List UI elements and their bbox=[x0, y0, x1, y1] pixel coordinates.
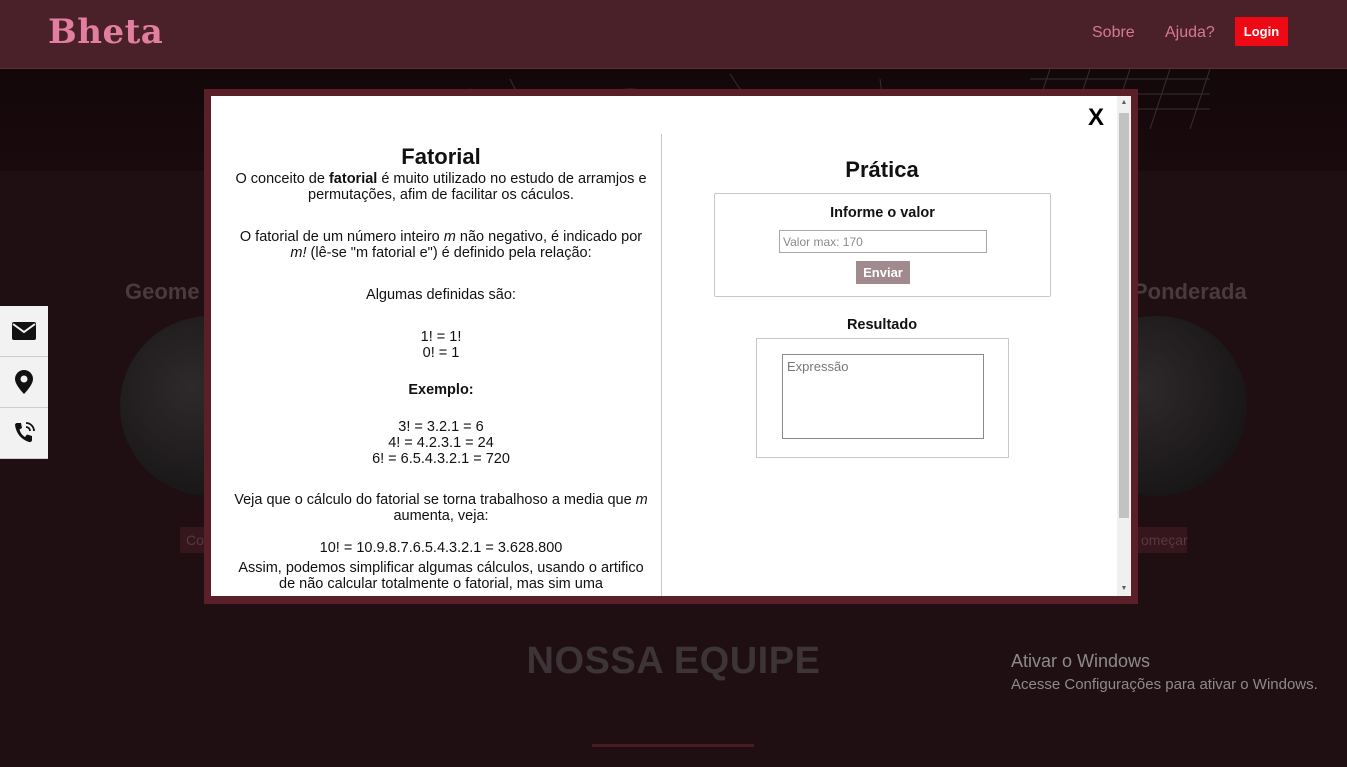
team-divider bbox=[592, 744, 754, 747]
theory-title: Fatorial bbox=[401, 144, 481, 169]
contact-location-button[interactable] bbox=[0, 357, 48, 408]
contact-email-button[interactable] bbox=[0, 306, 48, 357]
close-button[interactable]: X bbox=[1088, 104, 1104, 132]
result-container bbox=[756, 338, 1009, 458]
scroll-up-arrow-icon[interactable]: ▲ bbox=[1117, 96, 1131, 110]
scroll-down-arrow-icon[interactable]: ▼ bbox=[1117, 582, 1131, 596]
theory-definition: O fatorial de um número inteiro m não ne… bbox=[239, 229, 643, 261]
example-line-3: 6! = 6.5.4.3.2.1 = 720 bbox=[372, 451, 510, 467]
card-title-right: Ponderada bbox=[1133, 279, 1247, 304]
card-button-right[interactable]: omeçar bbox=[1135, 527, 1188, 553]
result-label: Resultado bbox=[846, 317, 918, 333]
fatorial-modal: X Fatorial O conceito de fatorial é muit… bbox=[204, 89, 1138, 604]
login-button[interactable]: Login bbox=[1235, 17, 1288, 46]
modal-scrollbar[interactable]: ▲ ▼ bbox=[1117, 96, 1131, 596]
value-input[interactable] bbox=[779, 230, 987, 253]
example-line-2: 4! = 4.2.3.1 = 24 bbox=[388, 435, 494, 451]
windows-activation-title: Ativar o Windows bbox=[1011, 651, 1151, 671]
navbar: Bheta Sobre Ajuda? Login bbox=[0, 0, 1347, 69]
windows-activation-subtitle: Acesse Configurações para ativar o Windo… bbox=[1011, 676, 1318, 693]
nav-link-ajuda[interactable]: Ajuda? bbox=[1165, 24, 1215, 42]
value-label: Informe o valor bbox=[830, 205, 935, 221]
card-title-left: Geome bbox=[125, 279, 200, 304]
theory-some-defined: Algumas definidas são: bbox=[366, 287, 516, 303]
theory-note: Veja que o cálculo do fatorial se torna … bbox=[234, 492, 648, 524]
practice-title: Prática bbox=[845, 157, 919, 182]
example-line-1: 3! = 3.2.1 = 6 bbox=[398, 419, 484, 435]
brand-logo[interactable]: Bheta bbox=[48, 12, 163, 52]
value-form: Informe o valor Enviar bbox=[714, 193, 1051, 297]
map-pin-icon bbox=[15, 370, 33, 394]
theory-simplify: Assim, podemos simplificar algumas cálcu… bbox=[238, 560, 644, 592]
modal-content: X Fatorial O conceito de fatorial é muit… bbox=[211, 96, 1131, 596]
result-textarea[interactable] bbox=[782, 354, 984, 439]
scroll-thumb[interactable] bbox=[1119, 113, 1129, 518]
submit-button[interactable]: Enviar bbox=[856, 261, 910, 284]
contact-phone-button[interactable] bbox=[0, 408, 48, 459]
envelope-icon bbox=[12, 322, 36, 340]
column-divider bbox=[661, 134, 662, 596]
big-example: 10! = 10.9.8.7.6.5.4.3.2.1 = 3.628.800 bbox=[319, 540, 563, 556]
base-case-2: 0! = 1 bbox=[422, 345, 460, 361]
phone-icon bbox=[15, 422, 35, 443]
nav-link-sobre[interactable]: Sobre bbox=[1092, 24, 1135, 42]
base-case-1: 1! = 1! bbox=[420, 329, 462, 345]
theory-intro: O conceito de fatorial é muito utilizado… bbox=[235, 171, 647, 203]
example-title: Exemplo: bbox=[408, 382, 474, 398]
theory-column: Fatorial O conceito de fatorial é muito … bbox=[231, 144, 651, 592]
contact-sidebar bbox=[0, 306, 48, 459]
